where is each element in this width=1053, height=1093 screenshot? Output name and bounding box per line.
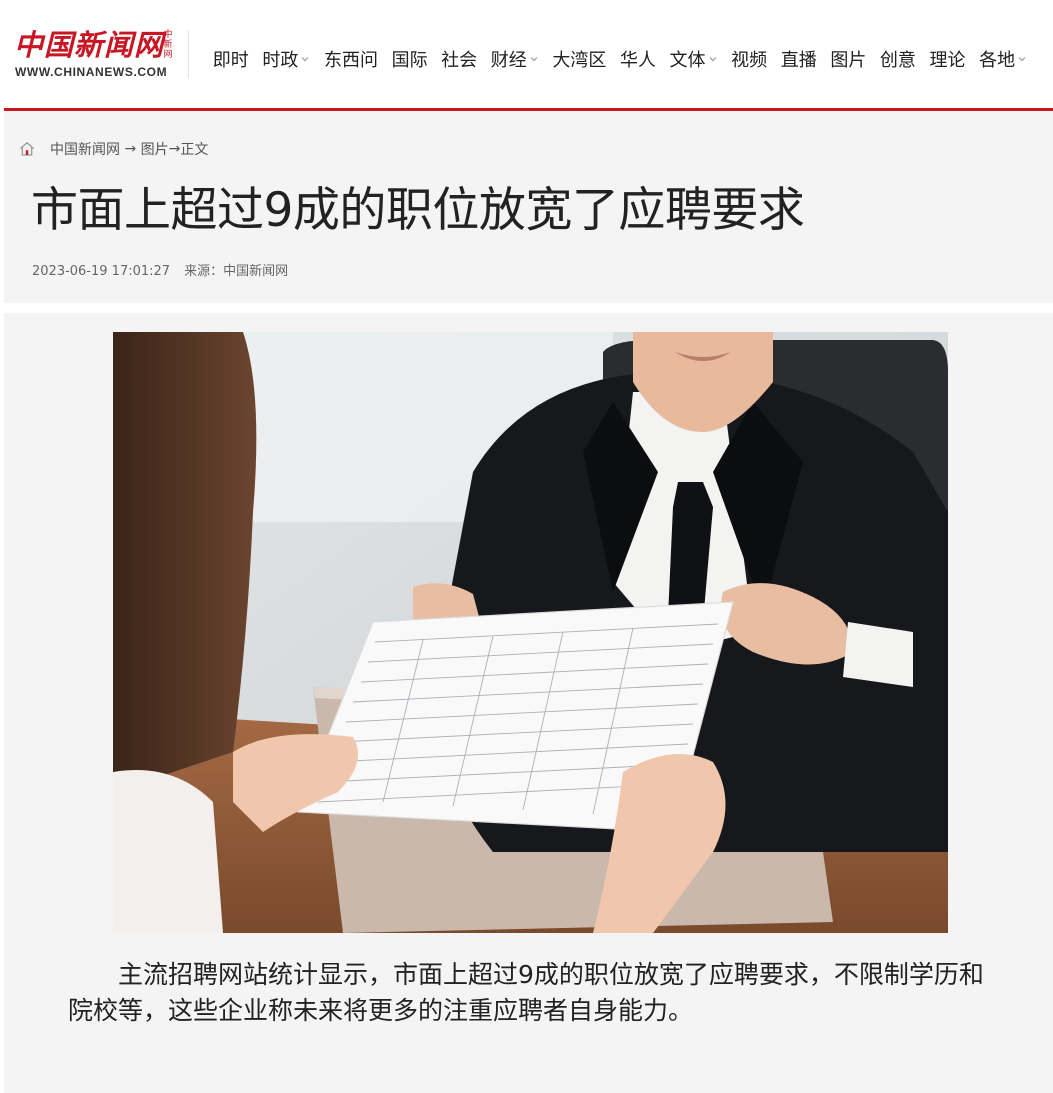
nav-item-label: 东西问 <box>323 50 378 71</box>
nav-item[interactable]: 图片 <box>824 46 874 72</box>
nav-item-label: 图片 <box>830 50 867 71</box>
nav-item-label: 视频 <box>731 50 768 71</box>
logo-divider <box>188 30 189 78</box>
home-icon[interactable] <box>18 140 36 158</box>
breadcrumb-arrow: → <box>120 141 141 157</box>
nav-item-label: 即时 <box>212 50 249 71</box>
nav-item[interactable]: 华人 <box>613 46 663 72</box>
chevron-down-icon <box>301 57 309 62</box>
chevron-down-icon <box>709 57 716 62</box>
breadcrumb-section-link[interactable]: 图片 <box>141 139 169 159</box>
breadcrumb: 中国新闻网 → 图片 → 正文 <box>18 139 208 159</box>
nav-item-label: 国际 <box>391 50 428 71</box>
source-label: 来源： <box>184 264 224 279</box>
nav-item[interactable]: 理论 <box>923 46 973 72</box>
main-nav: 即时 时政 东西问 国际 社会 财经 大湾区 华人 文体 视频 直播 图片 创意 理论 各地 <box>206 44 1034 74</box>
nav-item[interactable]: 视频 <box>724 46 774 72</box>
breadcrumb-arrow: → <box>168 141 181 157</box>
nav-item-label: 直播 <box>780 50 817 71</box>
logo-vertical-text: 中新网 <box>163 30 173 60</box>
site-header: 中国新闻网 中新网 WWW.CHINANEWS.COM 即时 时政 东西问 国际 社会财… <box>0 0 1053 108</box>
article-datetime: 2023-06-19 17:01:27 <box>32 264 171 279</box>
nav-item-label: 时政 <box>262 50 299 71</box>
breadcrumb-current: 正文 <box>180 142 209 158</box>
photo-caption: 主流招聘网站统计显示，市面上超过9成的职位放宽了应聘要求，不限制学历和院校等，这… <box>68 957 998 1029</box>
nav-item[interactable]: 财经 <box>484 46 546 72</box>
breadcrumb-home-link[interactable]: 中国新闻网 <box>50 139 120 159</box>
nav-item[interactable]: 时政 <box>256 46 318 72</box>
article-title: 市面上超过9成的职位放宽了应聘要求 <box>31 183 805 238</box>
nav-item-label: 社会 <box>441 50 478 71</box>
chevron-down-icon <box>1018 57 1026 62</box>
nav-item-label: 创意 <box>879 50 916 71</box>
nav-item[interactable]: 国际 <box>385 46 435 72</box>
nav-item[interactable]: 大湾区 <box>546 46 614 72</box>
nav-item[interactable]: 文体 <box>663 46 725 72</box>
site-logo[interactable]: 中国新闻网 中新网 WWW.CHINANEWS.COM <box>14 28 174 80</box>
nav-item-label: 财经 <box>490 50 527 71</box>
article-meta: 2023-06-19 17:01:27 来源：中国新闻网 <box>32 260 288 279</box>
article-header-panel: 中国新闻网 → 图片 → 正文 市面上超过9成的职位放宽了应聘要求 2023-0… <box>4 111 1053 303</box>
nav-item[interactable]: 即时 <box>206 46 256 72</box>
nav-item-label: 华人 <box>619 50 656 71</box>
nav-item-label: 文体 <box>669 50 706 71</box>
nav-item-label: 各地 <box>979 50 1016 71</box>
article-photo <box>113 332 948 933</box>
nav-item[interactable]: 各地 <box>972 46 1034 72</box>
nav-item-label: 理论 <box>929 50 966 71</box>
nav-item[interactable]: 直播 <box>774 46 824 72</box>
article-source: 中国新闻网 <box>223 264 289 279</box>
logo-english-text: WWW.CHINANEWS.COM <box>15 65 168 79</box>
nav-item-label: 大湾区 <box>552 50 607 71</box>
caption-text: 主流招聘网站统计显示，市面上超过9成的职位放宽了应聘要求，不限制学历和院校等，这… <box>68 960 984 1025</box>
nav-item[interactable]: 创意 <box>873 46 923 72</box>
logo-chinese-text: 中国新闻网 <box>14 28 165 62</box>
nav-item[interactable]: 东西问 <box>317 46 385 72</box>
article-body-panel: 主流招聘网站统计显示，市面上超过9成的职位放宽了应聘要求，不限制学历和院校等，这… <box>4 313 1053 1093</box>
nav-item[interactable]: 社会 <box>434 46 484 72</box>
photo-illustration <box>113 332 948 933</box>
chevron-down-icon <box>530 57 538 62</box>
